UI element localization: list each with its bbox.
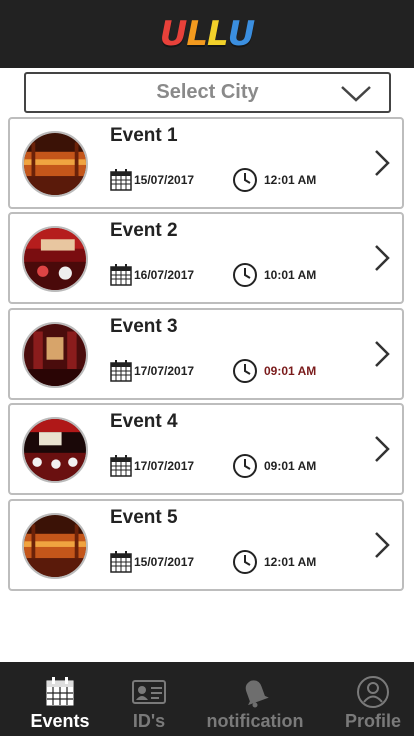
app-logo: ULLU: [159, 14, 256, 54]
logo-letter: L: [207, 14, 229, 54]
event-title: Event 4: [110, 411, 178, 433]
chevron-right-icon: [375, 436, 390, 463]
event-date: 17/07/2017: [134, 363, 195, 378]
nav-label-profile: Profile: [344, 711, 401, 731]
clock-icon: [233, 358, 257, 383]
clock-icon: [233, 454, 257, 479]
event-date-group: 17/07/2017: [110, 359, 195, 382]
logo-letter: U: [159, 14, 188, 54]
app-header: ULLU: [0, 0, 414, 68]
bell-icon: [245, 680, 269, 708]
nav-item-ids[interactable]: ID's: [120, 662, 178, 736]
event-time: 12:01 AM: [264, 173, 317, 187]
clock-icon: [233, 263, 257, 288]
id-card-icon: [132, 680, 166, 704]
event-thumbnail: [22, 321, 88, 388]
city-select-label: Select City: [156, 81, 259, 103]
event-date: 16/07/2017: [134, 268, 195, 283]
event-date-group: 15/07/2017: [110, 169, 194, 191]
event-date: 15/07/2017: [134, 554, 195, 569]
event-card[interactable]: Event 3 17/07/2017 09:01 AM: [8, 307, 404, 400]
event-time-group: 12:01 AM: [232, 549, 316, 575]
calendar-icon: [110, 359, 132, 382]
event-thumbnail: [22, 226, 88, 293]
event-card[interactable]: Event 1 15/07/2017 12:01 AM: [8, 117, 404, 209]
event-time: 12:01 AM: [264, 554, 317, 569]
bottom-nav: Events ID's notification Profile: [0, 662, 414, 736]
chevron-right-icon: [375, 531, 390, 558]
nav-label-notification: notification: [206, 711, 304, 731]
event-time: 09:01 AM: [264, 459, 317, 474]
nav-label-events: Events: [30, 711, 90, 731]
event-date: 17/07/2017: [134, 459, 195, 474]
event-date: 15/07/2017: [134, 173, 195, 187]
nav-item-events[interactable]: Events: [0, 662, 120, 736]
calendar-icon: [110, 169, 132, 191]
calendar-icon: [110, 455, 132, 477]
clock-icon: [233, 549, 257, 574]
event-time-group: 10:01 AM: [232, 262, 316, 288]
event-title: Event 5: [110, 506, 178, 528]
chevron-right-icon: [375, 340, 390, 367]
event-date-group: 15/07/2017: [110, 550, 195, 573]
event-card[interactable]: Event 5 15/07/2017 12:01 AM: [8, 498, 404, 591]
chevron-down-icon: [341, 86, 371, 102]
event-title: Event 2: [110, 220, 178, 242]
logo-letter: L: [186, 14, 208, 54]
logo-letter: U: [227, 14, 256, 54]
city-select-dropdown[interactable]: Select City: [24, 72, 391, 113]
event-list: Event 1 15/07/2017 12:01 AM Event 2 16/0…: [8, 117, 404, 594]
event-time-group: 09:01 AM: [232, 358, 316, 384]
event-title: Event 1: [110, 125, 178, 146]
calendar-icon: [46, 677, 74, 706]
event-time: 10:01 AM: [264, 268, 317, 283]
event-date-group: 17/07/2017: [110, 455, 194, 477]
event-date-group: 16/07/2017: [110, 264, 195, 287]
event-time-group: 09:01 AM: [232, 453, 316, 479]
user-icon: [357, 676, 389, 708]
nav-item-profile[interactable]: Profile: [332, 662, 414, 736]
event-card[interactable]: Event 4 17/07/2017 09:01 AM: [8, 403, 404, 496]
event-thumbnail: [22, 417, 88, 484]
chevron-right-icon: [375, 150, 390, 176]
nav-label-ids: ID's: [132, 711, 166, 731]
event-thumbnail: [22, 512, 88, 579]
nav-item-notification[interactable]: notification: [178, 662, 332, 736]
chevron-right-icon: [375, 245, 390, 272]
event-time: 09:01 AM: [264, 363, 317, 378]
calendar-icon: [110, 264, 132, 287]
calendar-icon: [110, 550, 132, 573]
event-time-group: 12:01 AM: [232, 167, 316, 193]
clock-icon: [233, 168, 257, 192]
event-thumbnail: [22, 131, 88, 197]
event-title: Event 3: [110, 315, 178, 337]
event-card[interactable]: Event 2 16/07/2017 10:01 AM: [8, 212, 404, 305]
